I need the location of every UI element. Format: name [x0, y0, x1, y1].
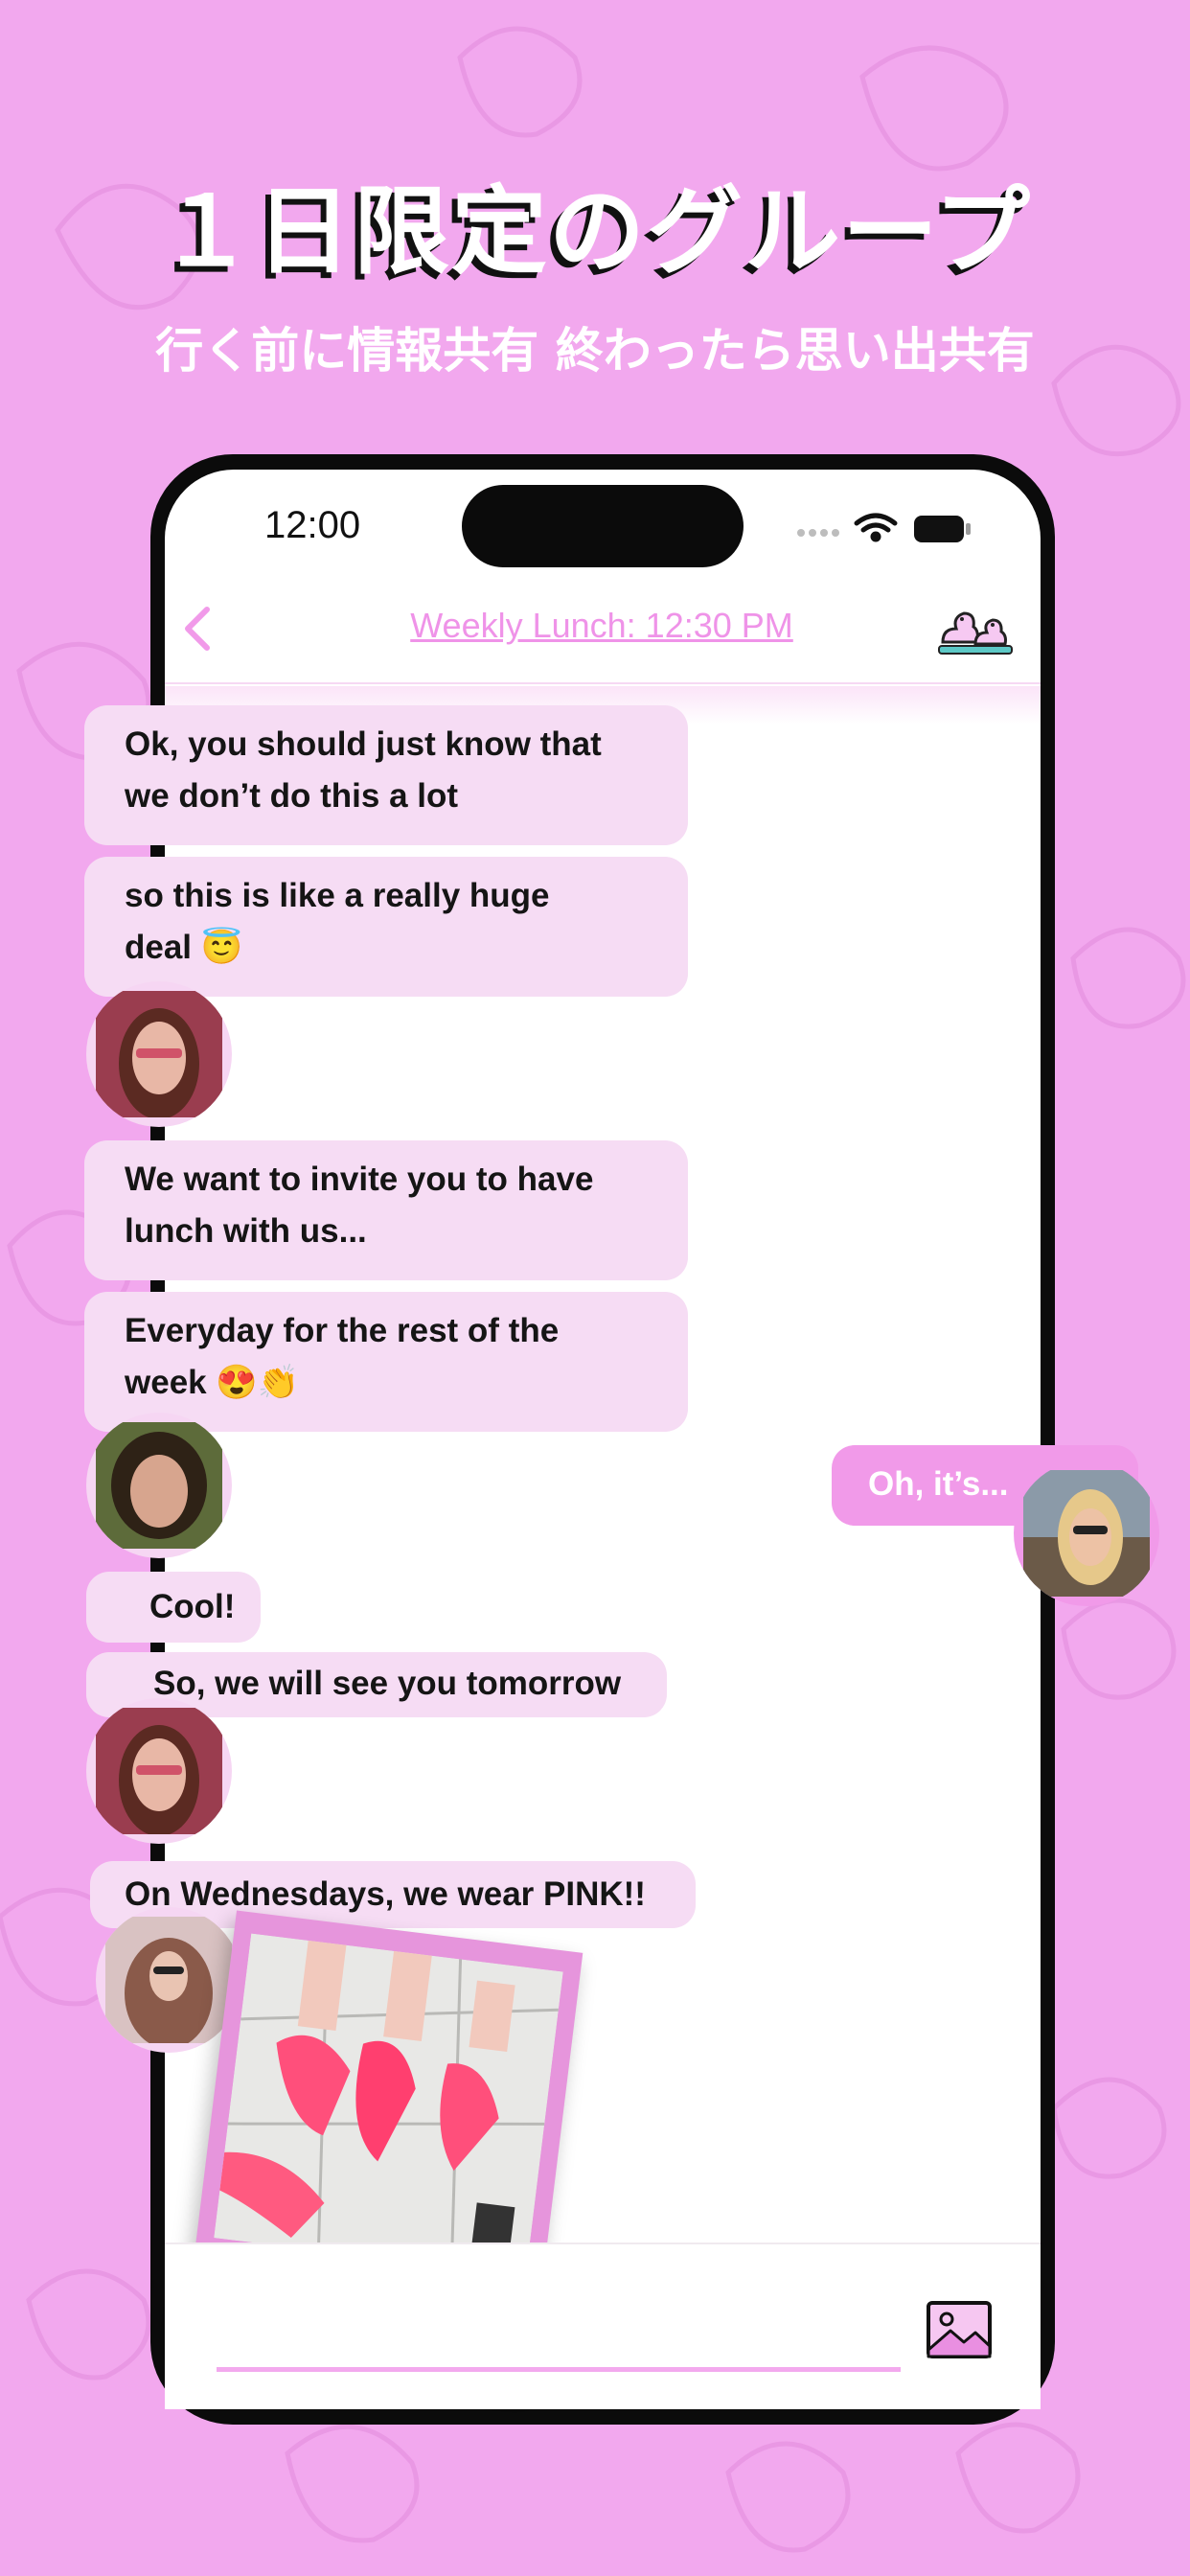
status-icons — [797, 513, 971, 542]
chevron-left-icon[interactable] — [178, 602, 217, 656]
wifi-icon — [854, 513, 898, 542]
battery-icon — [914, 516, 971, 542]
image-icon[interactable] — [926, 2300, 993, 2359]
message-bubble: We want to invite you to have lunch with… — [84, 1140, 688, 1280]
message-input[interactable] — [217, 2367, 901, 2372]
avatar-photo — [105, 1917, 232, 2043]
subheadline: 行く前に情報共有 終わったら思い出共有 — [155, 323, 1035, 379]
avatar-photo — [96, 991, 222, 1117]
message-bubble: so this is like a really huge deal 😇 — [84, 857, 688, 997]
message-bubble: Ok, you should just know that we don’t d… — [84, 705, 688, 845]
status-time: 12:00 — [264, 504, 361, 546]
message-bubble: Everyday for the rest of the week 😍👏 — [84, 1292, 688, 1432]
message-composer — [165, 2242, 1041, 2409]
avatar[interactable] — [96, 1907, 241, 2053]
message-bubble: Cool! — [86, 1572, 261, 1643]
avatar-photo — [96, 1708, 222, 1834]
avatar[interactable] — [86, 1698, 232, 1844]
chat-title[interactable]: Weekly Lunch: 12:30 PM — [356, 606, 847, 646]
signal-icon — [797, 529, 839, 537]
avatar[interactable] — [86, 1413, 232, 1558]
avatar-photo — [1023, 1470, 1150, 1597]
my-avatar[interactable] — [1014, 1460, 1159, 1606]
avatar[interactable] — [86, 981, 232, 1127]
headline: １日限定のグループ — [158, 175, 1032, 288]
pink-shoes-photo — [214, 1933, 563, 2277]
dynamic-island — [462, 485, 744, 567]
ducks-icon[interactable] — [937, 600, 1014, 656]
avatar-photo — [96, 1422, 222, 1549]
